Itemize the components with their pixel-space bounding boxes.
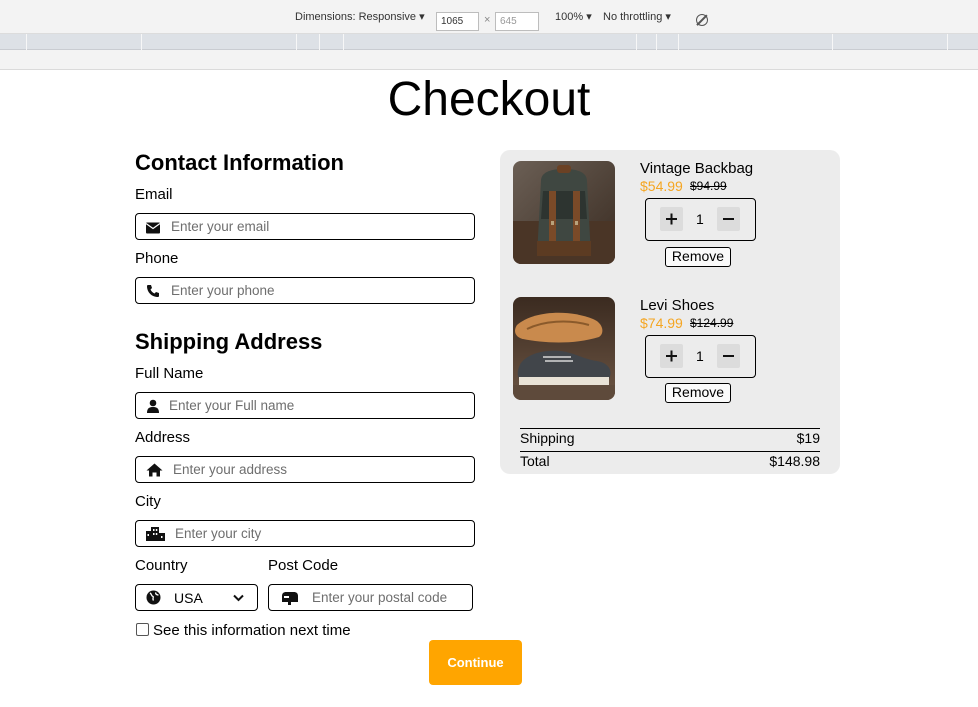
total-label: Total [520, 453, 550, 469]
decrease-button[interactable] [717, 344, 740, 368]
media-query-bar[interactable] [0, 34, 978, 50]
phone-label: Phone [135, 250, 179, 267]
city-icon [146, 527, 165, 541]
summary-divider [520, 451, 820, 452]
zoom-label: 100% [555, 11, 584, 23]
product-old-price: $124.99 [690, 316, 734, 330]
address-placeholder: Enter your address [173, 462, 288, 477]
decrease-button[interactable] [717, 207, 740, 231]
country-select[interactable]: USA [135, 584, 258, 611]
remove-button[interactable]: Remove [665, 247, 731, 267]
email-placeholder: Enter your email [171, 219, 270, 234]
phone-icon [147, 285, 159, 297]
email-field[interactable]: Enter your email [135, 213, 475, 240]
fullname-label: Full Name [135, 365, 204, 382]
address-label: Address [135, 429, 191, 446]
plus-icon [666, 350, 677, 362]
country-label: Country [135, 557, 188, 574]
product-name: Vintage Backbag [640, 160, 754, 177]
save-info-checkbox[interactable] [136, 623, 149, 636]
dimensions-label: Dimensions: Responsive [295, 11, 417, 23]
shipping-label: Shipping [520, 430, 575, 446]
width-input[interactable]: 1065 [436, 12, 479, 31]
quantity-value: 1 [696, 348, 704, 364]
page-title: Checkout [387, 73, 591, 126]
city-field[interactable]: Enter your city [135, 520, 475, 547]
height-input[interactable]: 645 [495, 12, 539, 31]
product-image-backpack [513, 161, 615, 264]
minus-icon [723, 218, 734, 220]
zoom-dropdown[interactable]: 100% ▾ [555, 10, 592, 23]
city-placeholder: Enter your city [175, 526, 262, 541]
user-icon [147, 399, 159, 413]
save-info-label: See this information next time [153, 622, 351, 639]
increase-button[interactable] [660, 207, 683, 231]
chevron-down-icon [233, 594, 244, 602]
ruler-bar [0, 50, 978, 70]
product-old-price: $94.99 [690, 179, 727, 193]
shipping-heading: Shipping Address [135, 329, 323, 354]
product-image-shoe [513, 297, 615, 400]
phone-field[interactable]: Enter your phone [135, 277, 475, 304]
rotate-disabled-icon[interactable] [696, 14, 708, 26]
city-label: City [135, 493, 161, 510]
home-icon [146, 463, 163, 477]
address-field[interactable]: Enter your address [135, 456, 475, 483]
mailbox-icon [282, 592, 298, 605]
fullname-placeholder: Enter your Full name [169, 398, 295, 413]
product-price: $74.99 [640, 315, 683, 331]
dimensions-dropdown[interactable]: Dimensions: Responsive ▾ [295, 10, 425, 23]
contact-heading: Contact Information [135, 150, 344, 175]
minus-icon [723, 355, 734, 357]
continue-button[interactable]: Continue [429, 640, 522, 685]
country-value: USA [174, 590, 203, 606]
fullname-field[interactable]: Enter your Full name [135, 392, 475, 419]
quantity-stepper: 1 [645, 335, 756, 378]
quantity-stepper: 1 [645, 198, 756, 241]
devtools-toolbar: Dimensions: Responsive ▾ 1065 × 645 100%… [0, 0, 978, 34]
remove-button[interactable]: Remove [665, 383, 731, 403]
product-price: $54.99 [640, 178, 683, 194]
throttling-label: No throttling [603, 11, 663, 23]
phone-placeholder: Enter your phone [171, 283, 275, 298]
summary-divider [520, 428, 820, 429]
increase-button[interactable] [660, 344, 683, 368]
postcode-placeholder: Enter your postal code [312, 590, 448, 605]
postcode-field[interactable]: Enter your postal code [268, 584, 473, 611]
envelope-icon [146, 222, 160, 234]
shipping-value: $19 [796, 430, 820, 446]
email-label: Email [135, 186, 173, 203]
times-symbol: × [484, 14, 491, 26]
plus-icon [666, 213, 677, 225]
postcode-label: Post Code [268, 557, 339, 574]
product-name: Levi Shoes [640, 297, 715, 314]
globe-icon [146, 590, 161, 605]
total-value: $148.98 [769, 453, 820, 469]
throttling-dropdown[interactable]: No throttling ▾ [603, 10, 671, 23]
quantity-value: 1 [696, 211, 704, 227]
